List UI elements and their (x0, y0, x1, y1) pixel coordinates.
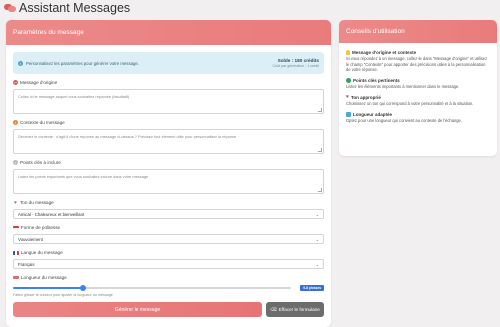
chevron-down-icon: ⌄ (315, 236, 319, 242)
tip-title: Message d'origine et contexte (352, 50, 417, 55)
context-field: i Contexte du message Décrivez le context… (13, 119, 324, 154)
reply-icon: ↩ (13, 80, 18, 85)
tip-text: Choisissez un ton qui correspond à votre… (346, 101, 474, 107)
politeness-label: Forme de politesse (21, 225, 61, 230)
tone-select[interactable]: Amical - Chaleureux et bienveillant ⌄ (13, 209, 324, 219)
tips-card: Conseils d'utilisation Message d'origine… (339, 20, 497, 156)
clear-button[interactable]: ⌫ Effacer le formulaire (266, 302, 324, 317)
tips-header: Conseils d'utilisation (339, 20, 497, 43)
tip-title: Ton approprié (350, 94, 381, 100)
keypoints-field: • Points clés à inclure Listez les points… (13, 159, 324, 194)
app-title: Assistant Messages (4, 0, 130, 16)
info-text: Personnalisez les paramètres pour génére… (26, 60, 139, 66)
politeness-value: Vouvoiement (18, 236, 43, 242)
length-badge: 9-8 phrases (300, 285, 324, 291)
politeness-select[interactable]: Vouvoiement ⌄ (13, 234, 324, 244)
tip-text: Si vous répondez à un message, collez-le… (346, 56, 488, 73)
heart-icon: ♥ (14, 199, 17, 206)
keypoints-label: Points clés à inclure (20, 160, 61, 165)
language-value: Français (18, 261, 35, 267)
chat-bubbles-icon (4, 3, 16, 13)
tip-text: Optez pour une longueur qui convient au … (346, 117, 462, 123)
tone-field: ♥ Ton du message Amical - Chaleureux et b… (13, 199, 324, 219)
info-banner: i Personnalisez les paramètres pour géné… (13, 52, 324, 74)
generation-cost: Coût par génération : 1 crédit (272, 64, 319, 68)
length-label: Longueur du message (21, 275, 67, 280)
politeness-field: Forme de politesse Vouvoiement ⌄ (13, 224, 324, 244)
length-hint: Faites glisser le curseur pour ajuster l… (13, 293, 113, 297)
target-icon (346, 77, 351, 83)
clear-button-label: Effacer le formulaire (278, 307, 320, 312)
tip-item: Longueur adaptée Optez pour une longueur… (346, 111, 490, 124)
tip-title: Longueur adaptée (353, 111, 393, 117)
app-title-text: Assistant Messages (19, 1, 131, 15)
original-label: Message d'origine (20, 80, 58, 85)
length-slider[interactable]: 9-8 phrases (13, 285, 324, 291)
chevron-down-icon: ⌄ (315, 211, 319, 217)
length-field: Longueur du message 9-8 phrases Faites g… (13, 274, 324, 297)
info-icon: i (18, 60, 23, 66)
ruler-icon (346, 111, 351, 117)
flag-icon (13, 225, 19, 230)
message-settings-card: Paramètres du message i Personnalisez le… (6, 20, 331, 327)
tip-text: Listez les éléments importants à mention… (346, 83, 460, 89)
eraser-icon: ⌫ (270, 306, 277, 312)
ruler-icon (13, 276, 19, 279)
original-message-field: ↩ Message d'origine Collez ici le message… (13, 79, 324, 114)
credit-balance: Solde : 180 crédits (277, 58, 319, 63)
language-select[interactable]: Français ⌄ (13, 259, 324, 269)
tip-item: Points clés pertinents Listez les élémen… (346, 77, 490, 90)
heart-icon: ♥ (346, 94, 349, 101)
slider-track[interactable] (13, 285, 291, 291)
generate-button[interactable]: Générer le message (13, 302, 262, 317)
context-label: Contexte du message (20, 120, 65, 125)
original-message-input[interactable]: Collez ici le message auquel vous souhai… (13, 89, 324, 114)
language-flag-icon (13, 250, 19, 255)
tip-item: Message d'origine et contexte Si vous ré… (346, 50, 490, 73)
keypoints-input[interactable]: Listez les points importants que vous so… (13, 169, 324, 194)
tone-label: Ton du message (20, 200, 54, 205)
chevron-down-icon: ⌄ (315, 261, 319, 267)
settings-header: Paramètres du message (6, 20, 331, 45)
lightbulb-icon (346, 50, 350, 55)
slider-thumb[interactable] (79, 285, 86, 291)
context-input[interactable]: Décrivez le contexte : s'agit-il d'une r… (13, 129, 324, 154)
language-field: Langue du message Français ⌄ (13, 249, 324, 269)
info-circle-icon: i (13, 120, 18, 125)
tip-title: Points clés pertinents (353, 77, 400, 83)
target-icon: • (13, 160, 18, 165)
tone-value: Amical - Chaleureux et bienveillant (18, 211, 85, 217)
slider-fill (13, 287, 83, 289)
tip-item: ♥ Ton approprié Choisissez un ton qui cor… (346, 94, 490, 107)
language-label: Langue du message (21, 250, 63, 255)
